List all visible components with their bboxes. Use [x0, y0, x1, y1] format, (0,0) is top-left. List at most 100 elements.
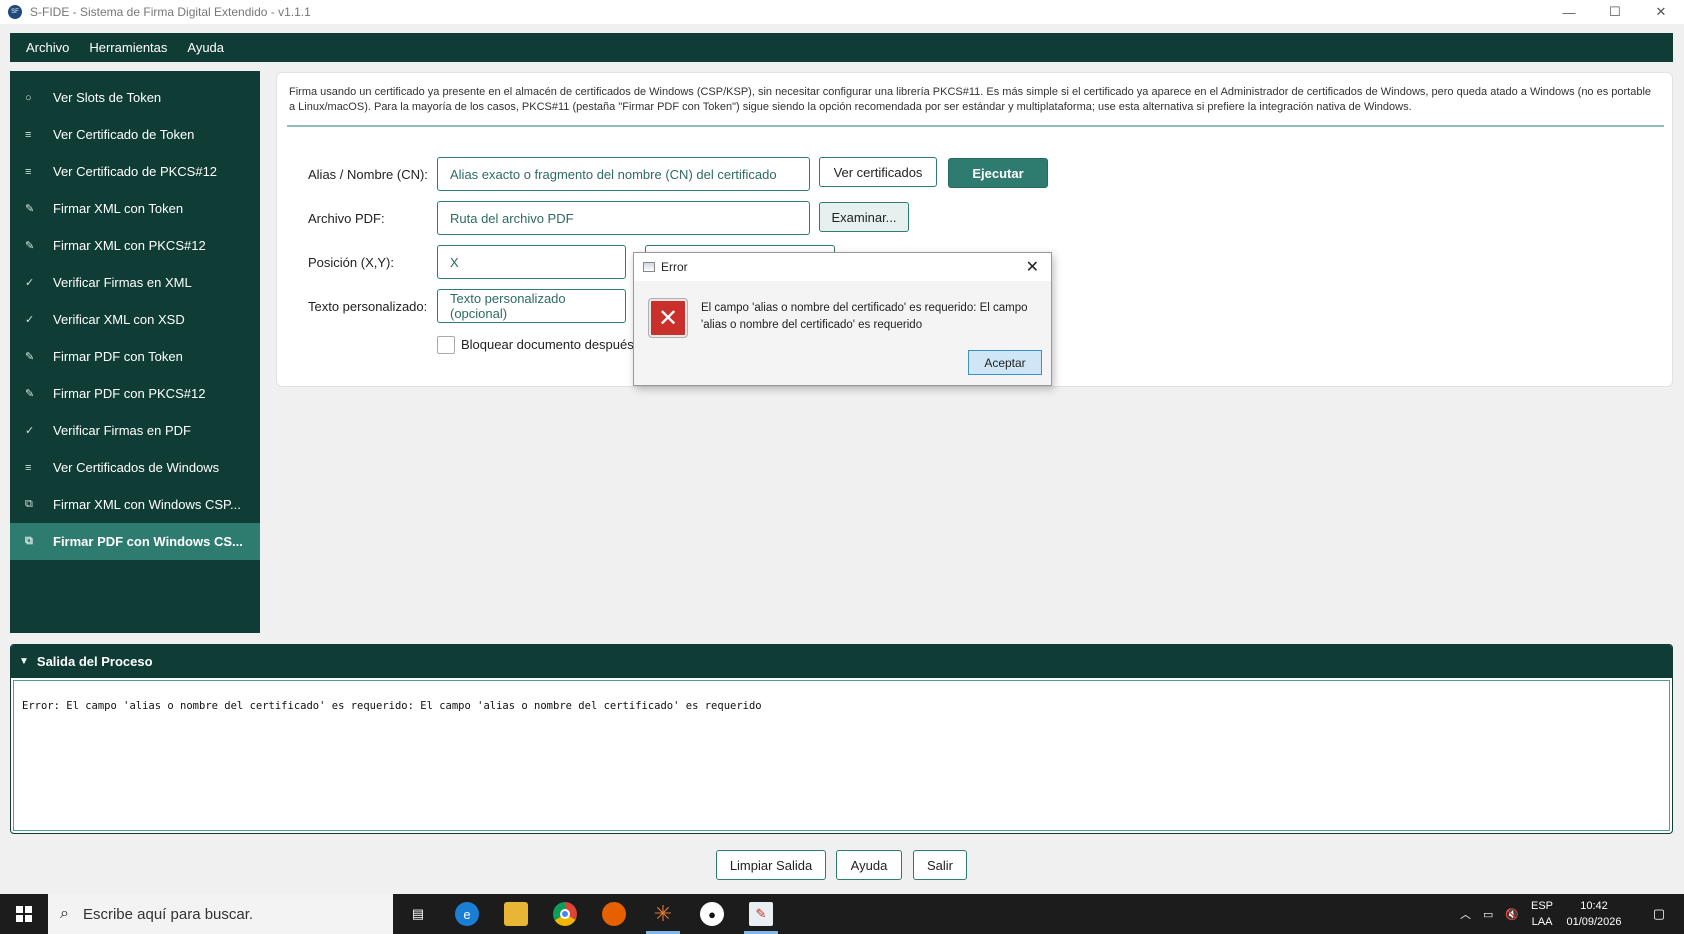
pdf-label: Archivo PDF: — [308, 211, 385, 226]
sidebar-item-firmar-xml-token[interactable]: ✎ Firmar XML con Token — [10, 190, 260, 227]
ayuda-button[interactable]: Ayuda — [836, 850, 902, 880]
sidebar-item-ver-cert-windows[interactable]: ≡ Ver Certificados de Windows — [10, 449, 260, 486]
divider — [287, 125, 1664, 127]
pen-icon: ✎ — [25, 388, 35, 400]
menu-archivo[interactable]: Archivo — [16, 40, 79, 55]
chrome-icon[interactable] — [553, 902, 577, 926]
sidebar-item-label: Firmar XML con PKCS#12 — [53, 238, 206, 253]
texto-input[interactable]: Texto personalizado (opcional) — [437, 289, 626, 323]
sidebar-item-firmar-pdf-token[interactable]: ✎ Firmar PDF con Token — [10, 338, 260, 375]
volume-muted-icon[interactable]: 🔇 — [1505, 908, 1519, 921]
posicion-label: Posición (X,Y): — [308, 255, 394, 270]
network-icon[interactable]: ▭ — [1483, 908, 1493, 921]
sidebar-item-label: Firmar PDF con PKCS#12 — [53, 386, 206, 401]
aceptar-button[interactable]: Aceptar — [968, 350, 1042, 375]
sidebar-item-firmar-xml-pkcs12[interactable]: ✎ Firmar XML con PKCS#12 — [10, 227, 260, 264]
sidebar-item-label: Ver Certificados de Windows — [53, 460, 220, 475]
sidebar-item-label: Verificar Firmas en XML — [53, 275, 192, 290]
panel-description: Firma usando un certificado ya presente … — [289, 86, 1652, 113]
minimize-icon[interactable]: — — [1546, 0, 1592, 24]
dialog-title: Error — [661, 260, 688, 274]
sidebar-item-label: Firmar XML con Token — [53, 201, 184, 216]
pos-x-input[interactable]: X — [437, 245, 626, 279]
windows-start-icon[interactable] — [0, 894, 48, 934]
windows-cert-icon: ⧉ — [25, 535, 33, 547]
sidebar-item-verificar-xml[interactable]: ✓ Verificar Firmas en XML — [10, 264, 260, 301]
sidebar-item-label: Firmar PDF con Windows CS... — [53, 534, 243, 549]
menu-ayuda[interactable]: Ayuda — [177, 40, 234, 55]
clock[interactable]: 10:42 01/09/2026 — [1563, 898, 1625, 930]
texto-label: Texto personalizado: — [308, 299, 428, 314]
window-icon — [643, 262, 655, 272]
alias-label: Alias / Nombre (CN): — [308, 167, 428, 182]
check-icon: ✓ — [25, 277, 35, 289]
chevron-down-icon: ▼ — [19, 656, 29, 667]
ver-certificados-button[interactable]: Ver certificados — [819, 157, 937, 187]
language-indicator[interactable]: ESP LAA — [1531, 898, 1553, 930]
bloquear-label: Bloquear documento después — [461, 337, 634, 352]
sidebar-item-ver-cert-pkcs12[interactable]: ≡ Ver Certificado de PKCS#12 — [10, 153, 260, 190]
sidebar-item-firmar-xml-windows[interactable]: ⧉ Firmar XML con Windows CSP... — [10, 486, 260, 523]
dialog-titlebar: Error ✕ — [634, 253, 1051, 281]
pen-icon: ✎ — [25, 203, 35, 215]
slot-icon: ○ — [25, 91, 32, 104]
menubar: Archivo Herramientas Ayuda — [10, 33, 1673, 62]
github-icon[interactable]: ● — [700, 902, 724, 926]
lang-bottom: LAA — [1531, 916, 1553, 928]
notification-icon[interactable]: ▢ — [1647, 902, 1671, 926]
window-controls: — ☐ ✕ — [1546, 0, 1684, 24]
sidebar-item-label: Firmar XML con Windows CSP... — [53, 497, 241, 512]
sidebar: ○ Ver Slots de Token ≡ Ver Certificado de … — [10, 71, 260, 633]
search-icon: ⌕ — [60, 905, 69, 922]
maximize-icon[interactable]: ☐ — [1592, 0, 1638, 24]
sidebar-item-label: Ver Certificado de Token — [53, 127, 195, 142]
alias-input[interactable]: Alias exacto o fragmento del nombre (CN)… — [437, 157, 810, 191]
menu-herramientas[interactable]: Herramientas — [79, 40, 177, 55]
check-icon: ✓ — [25, 425, 35, 437]
list-icon: ≡ — [25, 165, 32, 178]
output-textarea[interactable]: Error: El campo 'alias o nombre del cert… — [13, 680, 1670, 831]
sidebar-item-ver-cert-token[interactable]: ≡ Ver Certificado de Token — [10, 116, 260, 153]
close-icon[interactable]: ✕ — [1026, 257, 1039, 277]
window-titlebar: SF S-FIDE - Sistema de Firma Digital Ext… — [0, 0, 1684, 24]
file-explorer-icon[interactable] — [504, 902, 528, 926]
task-view-icon[interactable]: ▤ — [406, 902, 430, 926]
sidebar-item-ver-slots[interactable]: ○ Ver Slots de Token — [10, 79, 260, 116]
lang-top: ESP — [1531, 900, 1554, 912]
sidebar-item-label: Ver Slots de Token — [53, 90, 162, 105]
output-header[interactable]: ▼ Salida del Proceso — [11, 645, 1672, 678]
claude-icon[interactable]: ✳ — [651, 901, 675, 926]
pdf-path-input[interactable]: Ruta del archivo PDF — [437, 201, 810, 235]
chevron-up-icon[interactable]: ︿ — [1460, 906, 1471, 922]
sidebar-item-label: Firmar PDF con Token — [53, 349, 183, 364]
edge-icon[interactable]: e — [455, 902, 479, 926]
close-window-icon[interactable]: ✕ — [1638, 0, 1684, 24]
pen-icon: ✎ — [25, 351, 35, 363]
clock-time: 10:42 — [1580, 900, 1608, 912]
firefox-icon[interactable] — [602, 902, 626, 926]
examinar-button[interactable]: Examinar... — [819, 202, 909, 232]
sidebar-item-verificar-xsd[interactable]: ✓ Verificar XML con XSD — [10, 301, 260, 338]
bloquear-checkbox[interactable] — [437, 336, 455, 354]
taskbar: ⌕ Escribe aquí para buscar. ▤ e ✳ ● ✎ ︿ … — [0, 894, 1684, 934]
windows-cert-icon: ⧉ — [25, 498, 33, 510]
sidebar-item-verificar-pdf[interactable]: ✓ Verificar Firmas en PDF — [10, 412, 260, 449]
list-icon: ≡ — [25, 128, 32, 141]
limpiar-salida-button[interactable]: Limpiar Salida — [716, 850, 826, 880]
sidebar-item-firmar-pdf-pkcs12[interactable]: ✎ Firmar PDF con PKCS#12 — [10, 375, 260, 412]
list-icon: ≡ — [25, 461, 32, 474]
sidebar-item-label: Verificar Firmas en PDF — [53, 423, 191, 438]
window-title: S-FIDE - Sistema de Firma Digital Extend… — [30, 5, 311, 19]
check-icon: ✓ — [25, 314, 35, 326]
error-icon: ✕ — [649, 299, 687, 337]
sfide-app-icon[interactable]: ✎ — [749, 902, 773, 926]
sidebar-item-label: Verificar XML con XSD — [53, 312, 185, 327]
ejecutar-button[interactable]: Ejecutar — [948, 158, 1048, 188]
tray-icons: ︿ ▭ 🔇 — [1460, 894, 1519, 934]
salir-button[interactable]: Salir — [913, 850, 967, 880]
search-placeholder: Escribe aquí para buscar. — [82, 905, 254, 923]
pen-icon: ✎ — [25, 240, 35, 252]
output-panel: ▼ Salida del Proceso Error: El campo 'al… — [10, 644, 1673, 834]
taskbar-search-input[interactable]: ⌕ Escribe aquí para buscar. — [48, 894, 393, 934]
sidebar-item-firmar-pdf-windows[interactable]: ⧉ Firmar PDF con Windows CS... — [10, 523, 260, 560]
